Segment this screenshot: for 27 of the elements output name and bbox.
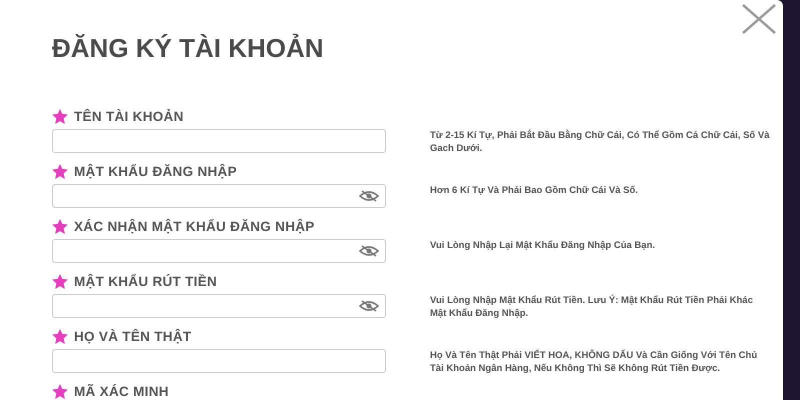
input-field[interactable] [52, 349, 386, 373]
field-label: XÁC NHẬN MẬT KHẨU ĐĂNG NHẬP [74, 218, 315, 234]
close-icon[interactable] [741, 4, 777, 34]
field-label: MÃ XÁC MINH [74, 384, 169, 398]
field-label: HỌ VÀ TÊN THẬT [74, 328, 192, 344]
star-icon [52, 384, 68, 398]
eye-slash-icon[interactable] [359, 300, 379, 312]
star-icon [52, 218, 68, 234]
star-icon [52, 328, 68, 344]
field-hint: Hơn 6 Kí Tự Và Phải Bao Gồm Chữ Cái Và Số. [430, 184, 639, 198]
field-hint: Vui Lòng Nhập Mật Khẩu Rút Tiền. Lưu Ý: Mật Khẩu Rút Tiền Phải Khác Mật Khẩu Đăng Nhập. [430, 294, 754, 321]
star-icon [52, 164, 68, 178]
field-label: MẬT KHẨU ĐĂNG NHẬP [74, 164, 237, 178]
field-label: TÊN TÀI KHOẢN [74, 108, 184, 124]
star-icon [52, 108, 68, 124]
star-icon [52, 274, 68, 288]
dialog-title: ĐĂNG KÝ TÀI KHOẢN [52, 33, 325, 63]
input-field[interactable] [52, 129, 386, 153]
eye-slash-icon[interactable] [359, 245, 379, 257]
eye-slash-icon[interactable] [359, 190, 379, 202]
field-hint: Họ Và Tên Thật Phải VIẾT HOA, KHÔNG DẤU Và Cần Giống Với Tên Chủ Tài Khoản Ngân Hàng, Nếu Không Thì Sẽ Không Rút Tiền Được. [430, 349, 758, 376]
password-field[interactable] [52, 294, 386, 318]
password-field[interactable] [52, 239, 386, 263]
password-field[interactable] [52, 184, 386, 208]
field-label: MẬT KHẨU RÚT TIỀN [74, 274, 218, 288]
field-hint: Từ 2-15 Kí Tự, Phải Bắt Đầu Bằng Chữ Cái, Có Thể Gồm Cả Chữ Cái, Số Và Gach Dưới. [430, 129, 770, 156]
field-hint: Vui Lòng Nhập Lại Mật Khẩu Đăng Nhập Của Bạn. [430, 239, 656, 253]
